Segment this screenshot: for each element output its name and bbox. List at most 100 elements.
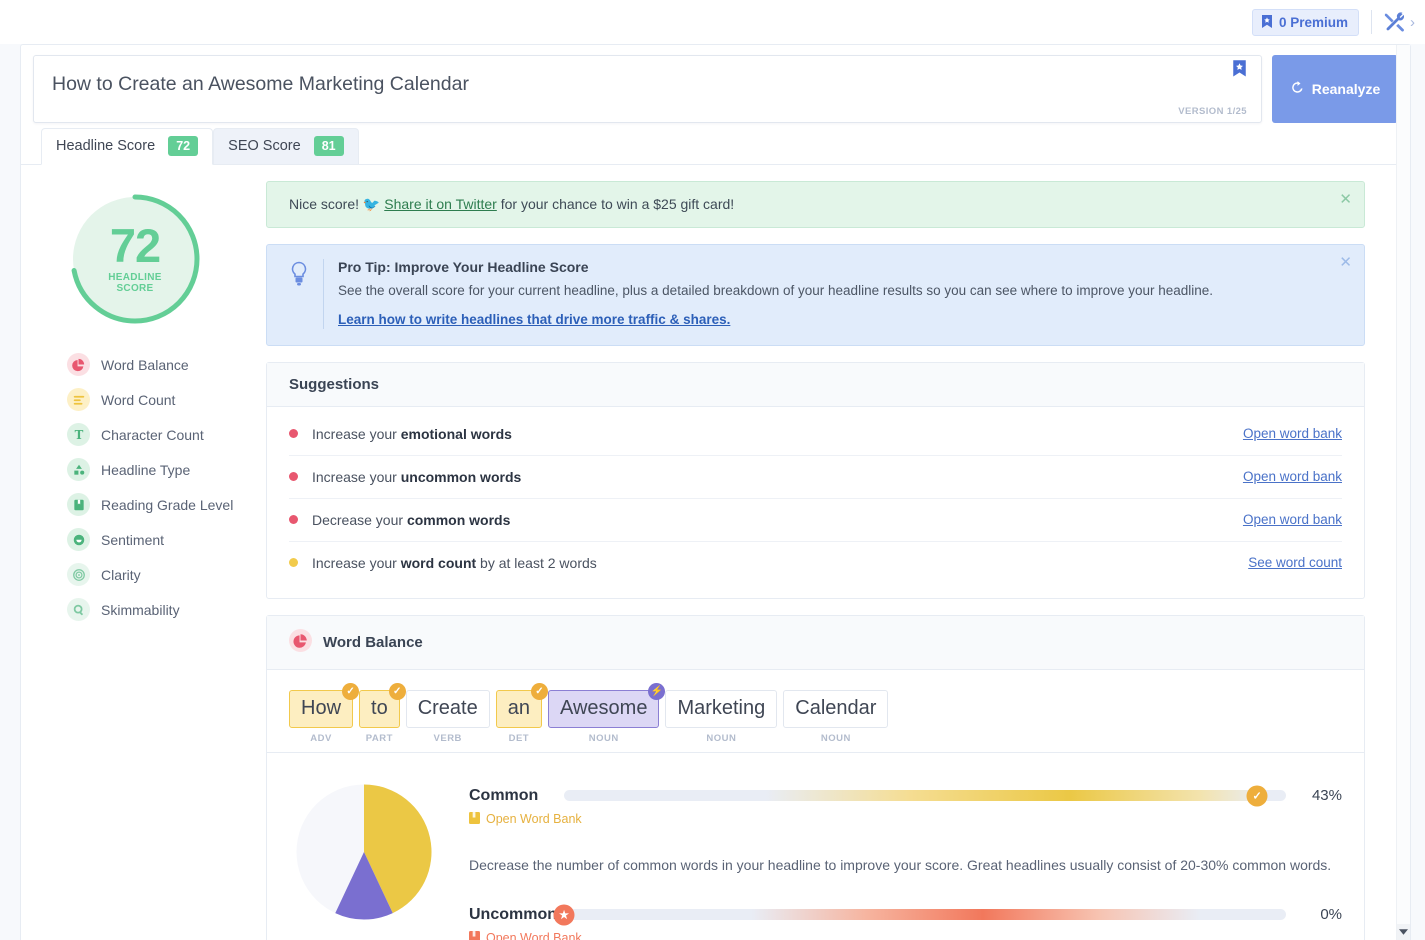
close-icon[interactable]: ✕ bbox=[1339, 253, 1352, 271]
tools-icon[interactable] bbox=[1384, 11, 1406, 33]
bookmark-star-icon bbox=[1261, 15, 1273, 29]
status-dot bbox=[289, 472, 298, 482]
headline-row: VERSION 1/25 Reanalyze bbox=[21, 45, 1410, 123]
word-balance-card: Word Balance How ✓ ADV to ✓ PART Create VERB an ✓… bbox=[266, 614, 1365, 940]
suggestion-action-link[interactable]: Open word bank bbox=[1243, 469, 1342, 484]
premium-badge[interactable]: 0 Premium bbox=[1251, 8, 1359, 36]
sidebar-item-label: Headline Type bbox=[101, 461, 191, 478]
word-balance-pie-chart bbox=[296, 784, 432, 920]
word-balance-title: Word Balance bbox=[323, 633, 423, 651]
suggestions-list: Increase your emotional words Open word b… bbox=[267, 407, 1364, 598]
bar-description: Decrease the number of common words in y… bbox=[469, 856, 1332, 873]
sidebar-item-character-count[interactable]: T Character Count bbox=[21, 417, 249, 452]
check-icon: ✓ bbox=[342, 682, 360, 700]
open-word-bank-label: Open Word Bank bbox=[486, 812, 582, 827]
suggestion-row: Decrease your common words Open word bank bbox=[289, 499, 1342, 542]
share-banner: Nice score! 🐦 Share it on Twitter for yo… bbox=[266, 181, 1365, 228]
word-balance-pie-container: Your headline is bbox=[289, 777, 439, 940]
sidebar-item-reading-grade-level[interactable]: Reading Grade Level bbox=[21, 487, 249, 522]
suggestion-row: Increase your word count by at least 2 w… bbox=[289, 542, 1342, 584]
headline-score-gauge: 72 HEADLINE SCORE bbox=[69, 193, 201, 325]
word-balance-bar-block: Common ✓ 43% Open Word Bank Decrease the… bbox=[469, 785, 1342, 876]
word-pos-label: ADV bbox=[310, 732, 332, 744]
sidebar-item-clarity[interactable]: Clarity bbox=[21, 557, 249, 592]
suggestion-row: Increase your uncommon words Open word ba… bbox=[289, 456, 1342, 499]
tab-score-badge: 81 bbox=[313, 136, 344, 156]
sidebar-item-headline-type[interactable]: Headline Type bbox=[21, 452, 249, 487]
tab-seo-score[interactable]: SEO Score 81 bbox=[213, 128, 359, 165]
word-chip[interactable]: an ✓ bbox=[495, 682, 548, 728]
word-chip[interactable]: Awesome ⚡ bbox=[547, 682, 666, 728]
close-icon[interactable]: ✕ bbox=[1339, 190, 1352, 208]
shapes-icon bbox=[67, 458, 90, 481]
refresh-icon bbox=[1290, 80, 1305, 98]
lightbulb-icon bbox=[289, 259, 324, 329]
sidebar: 72 HEADLINE SCORE Word Balance Word Count T… bbox=[21, 165, 249, 627]
version-label: VERSION 1/25 bbox=[1178, 106, 1247, 117]
headline-input[interactable] bbox=[34, 56, 1261, 122]
target-icon bbox=[67, 563, 90, 586]
chevron-right-icon[interactable]: › bbox=[1410, 14, 1415, 31]
sidebar-item-sentiment[interactable]: Sentiment bbox=[21, 522, 249, 557]
word-pos-label: VERB bbox=[433, 732, 462, 744]
premium-count-label: 0 Premium bbox=[1278, 14, 1348, 30]
word-chip[interactable]: Calendar bbox=[783, 689, 889, 728]
suggestion-action-link[interactable]: Open word bank bbox=[1243, 426, 1342, 441]
toolbar-divider bbox=[1371, 10, 1372, 34]
top-bar: 0 Premium › bbox=[0, 0, 1425, 44]
suggestions-title: Suggestions bbox=[267, 362, 1364, 407]
main-panel: VERSION 1/25 Reanalyze Headline Score 72… bbox=[20, 44, 1411, 940]
suggestion-action-link[interactable]: Open word bank bbox=[1243, 512, 1342, 527]
word-chip-column: Calendar NOUN bbox=[783, 689, 889, 744]
bolt-icon: ⚡ bbox=[648, 682, 666, 700]
word-chip[interactable]: Create bbox=[405, 689, 490, 728]
book-icon bbox=[469, 930, 480, 940]
tab-bar: Headline Score 72 SEO Score 81 bbox=[21, 123, 1410, 165]
sidebar-item-label: Reading Grade Level bbox=[101, 496, 234, 513]
word-pos-label: DET bbox=[508, 732, 530, 744]
score-caption: HEADLINE SCORE bbox=[108, 271, 162, 294]
scroll-down-arrow-icon[interactable] bbox=[1397, 924, 1410, 940]
book-icon bbox=[67, 493, 90, 516]
word-chip[interactable]: Marketing bbox=[665, 689, 778, 728]
open-word-bank-link[interactable]: Open Word Bank bbox=[469, 930, 1342, 940]
reanalyze-button[interactable]: Reanalyze bbox=[1272, 55, 1398, 123]
status-dot bbox=[289, 558, 298, 568]
reanalyze-label: Reanalyze bbox=[1311, 81, 1381, 97]
share-twitter-link[interactable]: Share it on Twitter bbox=[384, 196, 497, 212]
headline-input-wrapper: VERSION 1/25 bbox=[33, 55, 1262, 123]
sidebar-item-word-count[interactable]: Word Count bbox=[21, 382, 249, 417]
sidebar-metric-list: Word Balance Word Count T Character Count He… bbox=[21, 347, 249, 627]
sidebar-item-label: Word Count bbox=[101, 391, 176, 408]
bar-track: ✓ bbox=[564, 785, 1286, 807]
tab-label: Headline Score bbox=[56, 138, 156, 154]
suggestion-row: Increase your emotional words Open word b… bbox=[289, 413, 1342, 456]
sidebar-item-label: Clarity bbox=[101, 566, 141, 583]
bar-label: Uncommon bbox=[469, 905, 557, 923]
sidebar-item-skimmability[interactable]: Skimmability bbox=[21, 592, 249, 627]
word-chip[interactable]: How ✓ bbox=[289, 682, 360, 728]
word-balance-bars: Common ✓ 43% Open Word Bank Decrease the… bbox=[469, 777, 1342, 940]
sidebar-item-word-balance[interactable]: Word Balance bbox=[21, 347, 249, 382]
check-icon: ✓ bbox=[530, 682, 548, 700]
word-chip[interactable]: to ✓ bbox=[359, 682, 406, 728]
suggestion-text: Increase your word count by at least 2 w… bbox=[312, 554, 597, 571]
protip-banner: Pro Tip: Improve Your Headline Score See… bbox=[266, 244, 1365, 346]
suggestion-action-link[interactable]: See word count bbox=[1248, 555, 1342, 570]
word-chip-column: an ✓ DET bbox=[495, 682, 548, 744]
tab-headline-score[interactable]: Headline Score 72 bbox=[41, 128, 214, 165]
twitter-bird-icon: 🐦 bbox=[362, 196, 381, 212]
sidebar-item-label: Word Balance bbox=[101, 356, 189, 373]
word-chip-column: to ✓ PART bbox=[359, 682, 406, 744]
bar-label: Common bbox=[469, 786, 539, 804]
share-banner-suffix: for your chance to win a $25 gift card! bbox=[496, 196, 735, 212]
protip-learn-link[interactable]: Learn how to write headlines that drive … bbox=[338, 312, 730, 327]
open-word-bank-link[interactable]: Open Word Bank bbox=[469, 811, 1342, 827]
suggestions-card: Suggestions Increase your emotional word… bbox=[266, 361, 1365, 599]
vertical-scrollbar[interactable] bbox=[1396, 45, 1410, 940]
main-content: Nice score! 🐦 Share it on Twitter for yo… bbox=[249, 165, 1410, 940]
bar-marker-icon: ✓ bbox=[1246, 785, 1268, 807]
bookmark-star-icon[interactable] bbox=[1232, 60, 1247, 83]
suggestion-text: Increase your uncommon words bbox=[312, 468, 522, 485]
sidebar-item-label: Sentiment bbox=[101, 531, 165, 548]
